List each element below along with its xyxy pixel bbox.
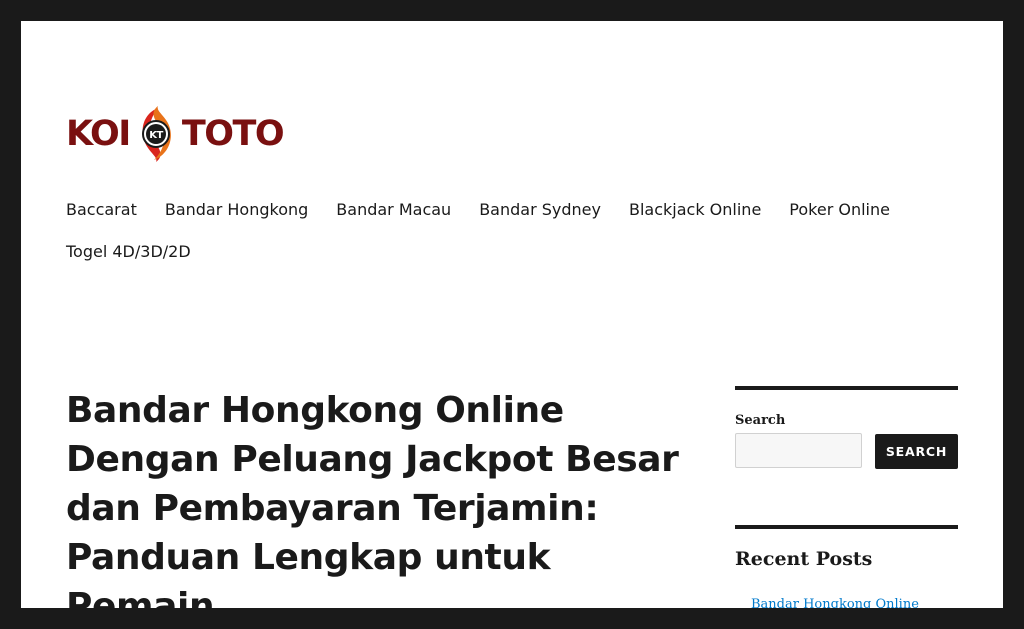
site-logo[interactable]: KOI KT TOTO — [66, 104, 285, 164]
page: KOI KT TOTO Baccarat Bandar Hongkong Ban… — [21, 21, 1003, 608]
nav-item-poker-online[interactable]: Poker Online — [789, 199, 890, 221]
main-navigation: Baccarat Bandar Hongkong Bandar Macau Ba… — [66, 199, 946, 263]
nav-item-blackjack-online[interactable]: Blackjack Online — [629, 199, 761, 221]
koi-fish-emblem-icon: KT — [141, 106, 171, 162]
list-item: Bandar Hongkong Online — [751, 593, 919, 608]
search-label: Search — [735, 413, 786, 428]
logo-text-left: KOI — [66, 114, 131, 154]
nav-item-bandar-sydney[interactable]: Bandar Sydney — [479, 199, 601, 221]
sidebar-divider — [735, 386, 958, 390]
nav-item-bandar-macau[interactable]: Bandar Macau — [336, 199, 451, 221]
nav-item-bandar-hongkong[interactable]: Bandar Hongkong — [165, 199, 308, 221]
nav-item-togel[interactable]: Togel 4D/3D/2D — [66, 241, 191, 263]
recent-posts-list: Bandar Hongkong Online — [751, 593, 919, 608]
article-title[interactable]: Bandar Hongkong Online Dengan Peluang Ja… — [66, 386, 686, 608]
nav-item-baccarat[interactable]: Baccarat — [66, 199, 137, 221]
recent-post-link[interactable]: Bandar Hongkong Online — [751, 597, 919, 608]
search-button[interactable]: SEARCH — [875, 434, 958, 469]
sidebar-divider — [735, 525, 958, 529]
logo-text-right: TOTO — [181, 114, 285, 154]
recent-posts-title: Recent Posts — [735, 548, 873, 570]
svg-text:KT: KT — [149, 130, 163, 141]
search-input[interactable] — [735, 433, 862, 468]
